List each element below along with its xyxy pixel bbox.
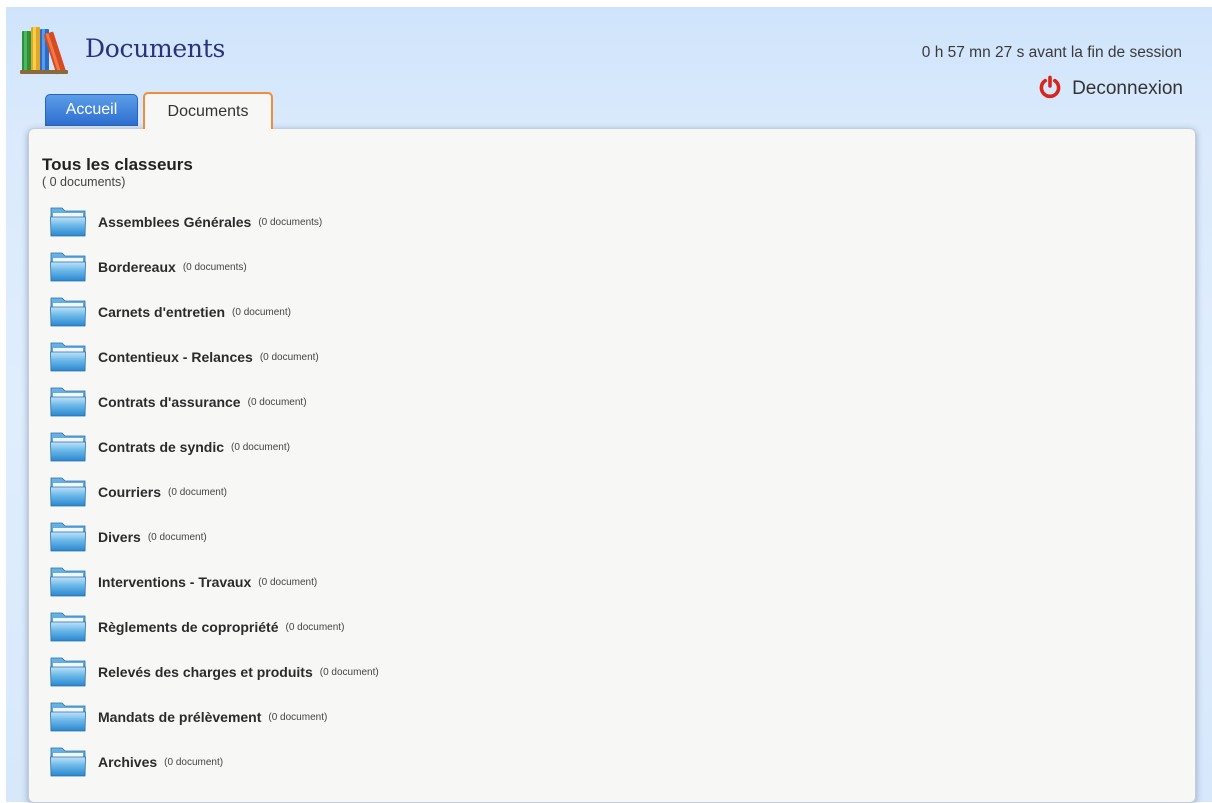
folder-name[interactable]: Courriers xyxy=(98,484,161,500)
power-icon xyxy=(1038,75,1062,104)
folder-count: (0 document) xyxy=(268,711,328,723)
folder-count: (0 document) xyxy=(319,666,379,678)
page-title: Documents xyxy=(85,34,225,63)
session-timer: 0 h 57 mn 27 s avant la fin de session xyxy=(921,44,1182,61)
folder-item[interactable]: Assemblees Générales (0 documents) xyxy=(49,202,322,242)
folder-item[interactable]: Courriers (0 document) xyxy=(49,472,227,512)
tab-accueil[interactable]: Accueil xyxy=(45,94,138,126)
folder-name[interactable]: Divers xyxy=(98,529,141,545)
folder-count: (0 document) xyxy=(164,756,224,768)
folder-count: (0 document) xyxy=(231,441,290,453)
folder-name[interactable]: Bordereaux xyxy=(98,259,176,275)
folder-name[interactable]: Contentieux - Relances xyxy=(98,349,253,365)
folder-item[interactable]: Contrats de syndic (0 document) xyxy=(49,427,290,467)
folder-item[interactable]: Contrats d'assurance (0 document) xyxy=(49,382,307,422)
folder-count: (0 document) xyxy=(232,306,291,318)
folder-icon xyxy=(49,607,98,648)
app-window: Documents 0 h 57 mn 27 s avant la fin de… xyxy=(6,7,1212,803)
logout-button[interactable]: Deconnexion xyxy=(1038,75,1183,104)
logout-label: Deconnexion xyxy=(1072,78,1183,99)
folder-item[interactable]: Bordereaux (0 documents) xyxy=(49,247,247,287)
folder-item[interactable]: Contentieux - Relances (0 document) xyxy=(49,337,319,377)
folder-icon xyxy=(49,517,98,558)
folder-item[interactable]: Interventions - Travaux (0 document) xyxy=(49,562,317,602)
folder-icon xyxy=(49,247,98,288)
folder-icon xyxy=(49,472,98,513)
folder-count: (0 document) xyxy=(258,576,318,588)
folder-icon xyxy=(49,202,98,243)
folder-item[interactable]: Règlements de copropriété (0 document) xyxy=(49,607,344,647)
folder-count: (0 document) xyxy=(168,486,227,498)
folder-icon xyxy=(49,427,98,468)
folder-icon xyxy=(49,382,98,423)
folder-name[interactable]: Carnets d'entretien xyxy=(98,304,225,320)
section-count: ( 0 documents) xyxy=(42,175,126,189)
tab-documents[interactable]: Documents xyxy=(143,92,273,129)
folder-count: (0 document) xyxy=(259,351,319,363)
folders-panel: Tous les classeurs ( 0 documents) Assemb… xyxy=(28,128,1196,803)
folder-icon xyxy=(49,697,98,738)
folder-name[interactable]: Archives xyxy=(98,754,157,770)
books-icon xyxy=(18,23,76,79)
folder-icon xyxy=(49,742,98,783)
folder-item[interactable]: Divers (0 document) xyxy=(49,517,207,557)
folder-item[interactable]: Mandats de prélèvement (0 document) xyxy=(49,697,327,737)
folder-icon xyxy=(49,292,98,333)
folder-count: (0 documents) xyxy=(182,261,247,273)
folder-name[interactable]: Relevés des charges et produits xyxy=(98,664,313,680)
folder-count: (0 document) xyxy=(285,621,345,633)
folder-icon xyxy=(49,562,98,603)
folder-count: (0 document) xyxy=(147,531,207,543)
folder-count: (0 documents) xyxy=(258,216,323,228)
folder-name[interactable]: Contrats de syndic xyxy=(98,439,224,455)
folder-icon xyxy=(49,337,98,378)
folder-name[interactable]: Interventions - Travaux xyxy=(98,574,251,590)
folder-name[interactable]: Assemblees Générales xyxy=(98,214,251,230)
folder-item[interactable]: Relevés des charges et produits (0 docume… xyxy=(49,652,379,692)
folder-item[interactable]: Carnets d'entretien (0 document) xyxy=(49,292,291,332)
folder-name[interactable]: Mandats de prélèvement xyxy=(98,709,261,725)
folder-name[interactable]: Contrats d'assurance xyxy=(98,394,241,410)
folder-item[interactable]: Archives (0 document) xyxy=(49,742,223,782)
folder-icon xyxy=(49,652,98,693)
folder-count: (0 document) xyxy=(247,396,307,408)
section-title: Tous les classeurs xyxy=(42,155,193,174)
folder-name[interactable]: Règlements de copropriété xyxy=(98,619,279,635)
